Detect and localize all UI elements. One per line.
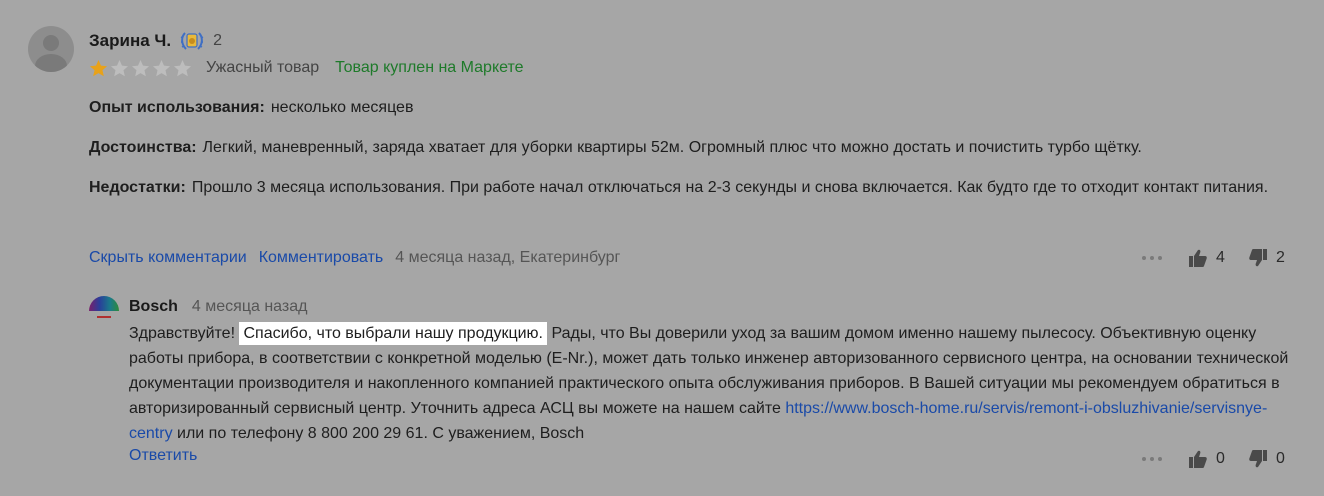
brand-avatar[interactable]	[89, 296, 119, 326]
reply-date: 4 месяца назад	[191, 298, 308, 315]
thumbs-up-icon[interactable]	[1188, 248, 1208, 268]
avatar-body-shape	[35, 54, 67, 72]
like-count: 0	[1216, 450, 1225, 467]
dislike-count: 2	[1276, 249, 1285, 266]
rating-stars	[89, 59, 192, 78]
star-empty-icon	[152, 59, 171, 78]
reply-votes: 0 0	[1142, 447, 1286, 471]
reply-action: Ответить	[129, 447, 197, 465]
purchase-note: Товар куплен на Маркете	[335, 59, 524, 76]
reply-button[interactable]: Ответить	[129, 447, 197, 464]
reply-header: Bosch 4 месяца назад	[129, 296, 307, 318]
reply-author[interactable]: Bosch	[129, 298, 178, 316]
review-meta: 4 месяца назад, Екатеринбург	[395, 249, 621, 266]
comment-link[interactable]: Комментировать	[259, 249, 384, 267]
star-empty-icon	[173, 59, 192, 78]
thumbs-up-icon[interactable]	[1188, 449, 1208, 469]
reply-text: Здравствуйте! Спасибо, что выбрали нашу …	[129, 321, 1299, 446]
laurel-badge-icon[interactable]	[179, 30, 205, 52]
field-experience: Опыт использования: несколько месяцев	[89, 93, 1269, 122]
reply-text-start: Здравствуйте!	[129, 325, 240, 342]
rating-label: Ужасный товар	[206, 59, 320, 76]
field-text: Легкий, маневренный, заряда хватает для …	[202, 139, 1142, 156]
review-votes: 4 2	[1142, 246, 1286, 270]
field-label: Опыт использования:	[89, 99, 265, 116]
field-text: Прошло 3 месяца использования. При работ…	[191, 179, 1269, 196]
field-text: несколько месяцев	[270, 99, 414, 116]
reply-text-end: или по телефону 8 800 200 29 61. С уваже…	[172, 425, 585, 442]
star-empty-icon	[110, 59, 129, 78]
thumbs-down-icon[interactable]	[1248, 248, 1268, 268]
hide-comments-link[interactable]: Скрыть комментарии	[89, 249, 247, 267]
more-options-icon[interactable]	[1142, 256, 1162, 260]
star-filled-icon	[89, 59, 108, 78]
author-name[interactable]: Зарина Ч.	[89, 31, 171, 51]
thumbs-down-icon[interactable]	[1248, 449, 1268, 469]
more-options-icon[interactable]	[1142, 457, 1162, 461]
review-card: Зарина Ч. 2 Ужасный товар Товар куплен н…	[0, 0, 1324, 496]
highlighted-text: Спасибо, что выбрали нашу продукцию.	[239, 322, 547, 345]
field-advantages: Достоинства: Легкий, маневренный, заряда …	[89, 133, 1269, 162]
field-label: Недостатки:	[89, 179, 186, 196]
author-line: Зарина Ч. 2	[89, 30, 222, 52]
field-label: Достоинства:	[89, 139, 197, 156]
avatar-head-shape	[43, 35, 59, 51]
badge-count: 2	[213, 32, 222, 49]
review-actions: Скрыть комментарии Комментировать 4 меся…	[89, 246, 620, 270]
rating-line: Ужасный товар Товар куплен на Маркете	[89, 57, 524, 79]
field-disadvantages: Недостатки: Прошло 3 месяца использования…	[89, 173, 1269, 202]
star-empty-icon	[131, 59, 150, 78]
like-count: 4	[1216, 249, 1225, 266]
user-avatar[interactable]	[28, 26, 74, 72]
dislike-count: 0	[1276, 450, 1285, 467]
